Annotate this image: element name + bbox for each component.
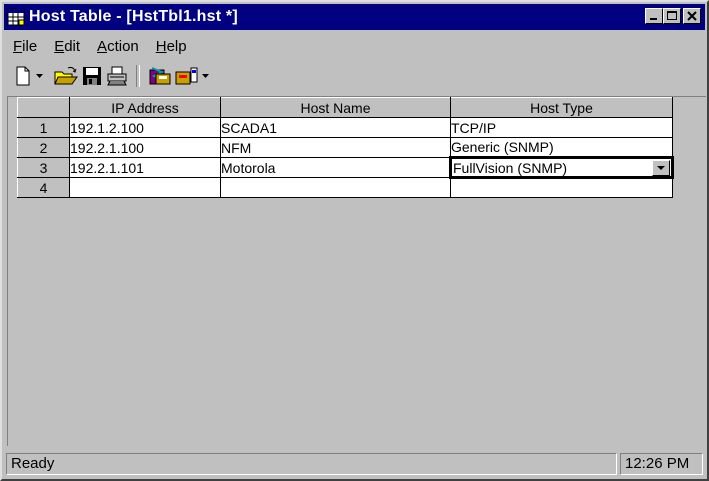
dropdown-arrow-icon [202, 74, 209, 78]
menu-bar: File Edit Action Help [4, 34, 195, 58]
new-button[interactable] [12, 64, 34, 88]
host-grid-area: IP Address Host Name Host Type 1 192.1.2… [7, 96, 706, 446]
host-table: IP Address Host Name Host Type 1 192.1.2… [17, 97, 674, 198]
ip-address-cell[interactable] [69, 177, 221, 198]
status-bar: Ready 12:26 PM [4, 451, 705, 477]
host-connect-icon [175, 67, 198, 85]
window-title: Host Table - [HstTbl1.hst *] [29, 8, 238, 25]
minimize-button[interactable] [645, 8, 663, 24]
host-type-cell[interactable] [450, 177, 673, 198]
dropdown-arrow-icon [36, 74, 43, 78]
row-header[interactable]: 2 [17, 137, 70, 158]
table-row: 2 192.2.1.100 NFM Generic (SNMP) [17, 137, 673, 158]
open-button[interactable] [52, 64, 80, 88]
column-header-host-name[interactable]: Host Name [220, 97, 451, 118]
minimize-icon [650, 18, 657, 20]
save-button[interactable] [80, 64, 104, 88]
maximize-icon [667, 11, 677, 20]
title-bar[interactable]: Host Table - [HstTbl1.hst *] [4, 4, 705, 30]
host-import-button[interactable] [146, 64, 174, 88]
chevron-down-icon [657, 165, 665, 170]
host-type-dropdown-button[interactable] [652, 159, 670, 176]
host-name-cell[interactable]: Motorola [220, 157, 451, 178]
host-import-icon [149, 67, 171, 85]
host-type-combo-value: FullVision (SNMP) [453, 159, 568, 176]
app-grid-icon [7, 8, 25, 26]
print-button[interactable] [104, 64, 130, 88]
column-header-host-type[interactable]: Host Type [450, 97, 673, 118]
table-row: 3 192.2.1.101 Motorola FullVision (SNMP) [17, 156, 674, 179]
status-message: Ready [6, 453, 617, 475]
column-header-ip-address[interactable]: IP Address [69, 97, 221, 118]
host-type-cell[interactable]: TCP/IP [450, 117, 673, 138]
ip-address-cell[interactable]: 192.2.1.101 [69, 157, 221, 178]
host-type-cell[interactable]: Generic (SNMP) [450, 137, 673, 158]
ip-address-cell[interactable]: 192.2.1.100 [69, 137, 221, 158]
row-header[interactable]: 1 [17, 117, 70, 138]
menu-help[interactable]: Help [147, 38, 195, 55]
host-name-cell[interactable]: NFM [220, 137, 451, 158]
print-icon [107, 66, 127, 86]
save-disk-icon [83, 67, 101, 85]
close-icon [687, 11, 697, 21]
menu-edit[interactable]: Edit [45, 38, 88, 55]
new-document-icon [16, 66, 30, 86]
table-row: 4 [17, 177, 673, 198]
status-clock: 12:26 PM [620, 453, 703, 475]
menu-action[interactable]: Action [88, 38, 147, 55]
host-connect-button[interactable] [174, 64, 200, 88]
close-button[interactable] [683, 8, 701, 24]
maximize-button[interactable] [663, 8, 681, 24]
grid-corner[interactable] [17, 97, 70, 118]
connect-dropdown-button[interactable] [200, 64, 212, 88]
table-row: 1 192.1.2.100 SCADA1 TCP/IP [17, 117, 673, 138]
host-name-cell[interactable]: SCADA1 [220, 117, 451, 138]
menu-file[interactable]: File [4, 38, 45, 55]
new-dropdown-button[interactable] [34, 64, 46, 88]
toolbar [4, 62, 705, 90]
host-name-cell[interactable] [220, 177, 451, 198]
host-table-window: Host Table - [HstTbl1.hst *] File Edit A… [0, 0, 709, 481]
open-folder-icon [54, 66, 78, 85]
row-header[interactable]: 3 [17, 157, 70, 178]
row-header[interactable]: 4 [17, 177, 70, 198]
ip-address-cell[interactable]: 192.1.2.100 [69, 117, 221, 138]
host-type-combo-cell[interactable]: FullVision (SNMP) [449, 156, 674, 179]
toolbar-separator [136, 65, 140, 87]
